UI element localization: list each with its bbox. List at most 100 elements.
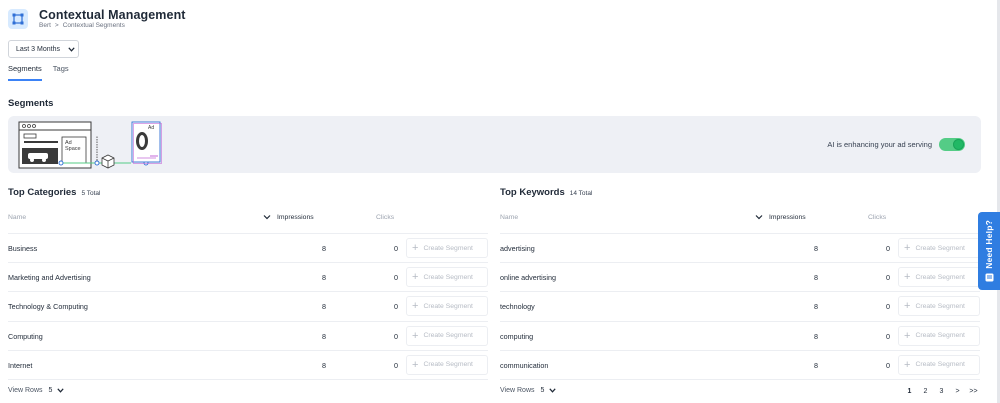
plus-icon: + bbox=[412, 300, 419, 313]
create-segment-button[interactable]: + Create Segment bbox=[406, 354, 488, 375]
need-help-label: Need Help? bbox=[984, 220, 994, 269]
view-rows-dropdown[interactable]: 5 bbox=[541, 387, 557, 394]
row-name: computing bbox=[500, 331, 534, 341]
create-segment-label: Create Segment bbox=[915, 361, 965, 369]
next-page-button[interactable]: > bbox=[951, 384, 964, 398]
panel-title: Top Keywords bbox=[500, 187, 565, 198]
ai-label: AI is enhancing your ad serving bbox=[827, 140, 932, 149]
row-impressions: 8 bbox=[814, 273, 818, 283]
plus-icon: + bbox=[904, 329, 911, 342]
column-name[interactable]: Name bbox=[8, 214, 26, 221]
app-icon bbox=[8, 9, 28, 29]
table-header: Name Impressions Clicks bbox=[8, 209, 488, 234]
plus-icon: + bbox=[904, 358, 911, 371]
table-row: communication 8 0 + Create Segment bbox=[500, 351, 980, 380]
table-row: Technology & Computing 8 0 + Create Segme… bbox=[8, 292, 488, 322]
create-segment-label: Create Segment bbox=[423, 361, 473, 369]
pagination: 1 2 3 > >> bbox=[903, 384, 980, 398]
view-rows-keywords: View Rows 5 bbox=[500, 387, 557, 394]
need-help-button[interactable]: Need Help? bbox=[978, 212, 1000, 290]
breadcrumb-item-current: Contextual Segments bbox=[62, 22, 125, 29]
panel-title: Top Categories bbox=[8, 187, 77, 198]
ad-space-illustration-icon: Ad Space Ad bbox=[18, 121, 162, 169]
table-row: Internet 8 0 + Create Segment bbox=[8, 351, 488, 380]
column-impressions[interactable]: Impressions bbox=[277, 214, 314, 221]
view-rows-dropdown[interactable]: 5 bbox=[49, 387, 65, 394]
view-rows-value: 5 bbox=[48, 387, 53, 394]
row-clicks: 0 bbox=[394, 273, 398, 283]
column-name[interactable]: Name bbox=[500, 214, 518, 221]
create-segment-button[interactable]: + Create Segment bbox=[898, 296, 980, 317]
view-rows-label: View Rows bbox=[8, 387, 43, 394]
table-row: Business 8 0 + Create Segment bbox=[8, 234, 488, 264]
create-segment-label: Create Segment bbox=[423, 332, 473, 340]
create-segment-button[interactable]: + Create Segment bbox=[406, 267, 488, 288]
breadcrumb-separator: > bbox=[54, 22, 59, 29]
tab-bar: Segments Tags bbox=[8, 64, 69, 81]
row-impressions: 8 bbox=[814, 302, 818, 312]
chevron-down-icon bbox=[68, 46, 75, 52]
create-segment-button[interactable]: + Create Segment bbox=[898, 267, 980, 288]
create-segment-button[interactable]: + Create Segment bbox=[406, 238, 488, 258]
row-impressions: 8 bbox=[322, 273, 326, 283]
table-row: computing 8 0 + Create Segment bbox=[500, 322, 980, 351]
row-name: Marketing and Advertising bbox=[8, 273, 91, 283]
table-row: technology 8 0 + Create Segment bbox=[500, 292, 980, 322]
page-2-button[interactable]: 2 bbox=[919, 384, 932, 398]
tab-tags[interactable]: Tags bbox=[53, 64, 69, 81]
chevron-down-icon bbox=[549, 388, 557, 393]
ai-serving-toggle[interactable] bbox=[939, 138, 965, 151]
row-clicks: 0 bbox=[394, 302, 398, 312]
breadcrumb: Bert > Contextual Segments bbox=[39, 22, 125, 29]
view-rows-label: View Rows bbox=[500, 387, 535, 394]
plus-icon: + bbox=[904, 300, 911, 313]
tab-segments[interactable]: Segments bbox=[8, 64, 42, 81]
row-name: Computing bbox=[8, 331, 43, 341]
panel-count: 5 Total bbox=[81, 190, 101, 197]
row-name: Technology & Computing bbox=[8, 302, 88, 312]
ad-space-text-2: Space bbox=[65, 146, 81, 152]
page-3-button[interactable]: 3 bbox=[935, 384, 948, 398]
column-clicks[interactable]: Clicks bbox=[376, 214, 394, 221]
create-segment-button[interactable]: + Create Segment bbox=[898, 354, 980, 375]
create-segment-label: Create Segment bbox=[423, 244, 473, 252]
row-name: technology bbox=[500, 302, 535, 312]
plus-icon: + bbox=[904, 271, 911, 284]
page-1-button[interactable]: 1 bbox=[903, 384, 916, 398]
date-range-dropdown[interactable]: Last 3 Months bbox=[8, 40, 79, 58]
date-range-value: Last 3 Months bbox=[16, 45, 60, 53]
plus-icon: + bbox=[412, 329, 419, 342]
panel-header: Top Categories 5 Total bbox=[8, 187, 488, 201]
row-clicks: 0 bbox=[886, 244, 890, 253]
ai-banner: Ad Space Ad AI is enhancing your ad serv… bbox=[8, 116, 981, 173]
row-impressions: 8 bbox=[814, 244, 818, 253]
sort-chevron-down-icon[interactable] bbox=[755, 213, 763, 221]
chevron-down-icon bbox=[57, 388, 65, 393]
table-row: Marketing and Advertising 8 0 + Create Se… bbox=[8, 263, 488, 293]
last-page-button[interactable]: >> bbox=[967, 384, 980, 398]
ai-toggle-group: AI is enhancing your ad serving bbox=[827, 138, 965, 151]
row-impressions: 8 bbox=[322, 302, 326, 312]
column-clicks[interactable]: Clicks bbox=[868, 214, 886, 221]
table-row: online advertising 8 0 + Create Segment bbox=[500, 263, 980, 293]
create-segment-label: Create Segment bbox=[423, 302, 473, 310]
panel-header: Top Keywords 14 Total bbox=[500, 187, 980, 201]
top-keywords-panel: Top Keywords 14 Total Name Impressions C… bbox=[500, 187, 980, 380]
create-segment-button[interactable]: + Create Segment bbox=[898, 238, 980, 258]
breadcrumb-item-bert[interactable]: Bert bbox=[39, 22, 51, 29]
chat-icon bbox=[985, 273, 993, 282]
row-clicks: 0 bbox=[886, 302, 890, 312]
row-clicks: 0 bbox=[886, 331, 890, 341]
create-segment-button[interactable]: + Create Segment bbox=[406, 325, 488, 346]
column-impressions[interactable]: Impressions bbox=[769, 214, 806, 221]
create-segment-button[interactable]: + Create Segment bbox=[898, 325, 980, 346]
row-name: Business bbox=[8, 244, 38, 253]
row-impressions: 8 bbox=[322, 244, 326, 253]
plus-icon: + bbox=[412, 271, 419, 284]
row-clicks: 0 bbox=[886, 273, 890, 283]
sort-chevron-down-icon[interactable] bbox=[263, 213, 271, 221]
table-row: advertising 8 0 + Create Segment bbox=[500, 234, 980, 264]
create-segment-button[interactable]: + Create Segment bbox=[406, 296, 488, 317]
create-segment-label: Create Segment bbox=[423, 273, 473, 281]
row-name: advertising bbox=[500, 244, 535, 253]
